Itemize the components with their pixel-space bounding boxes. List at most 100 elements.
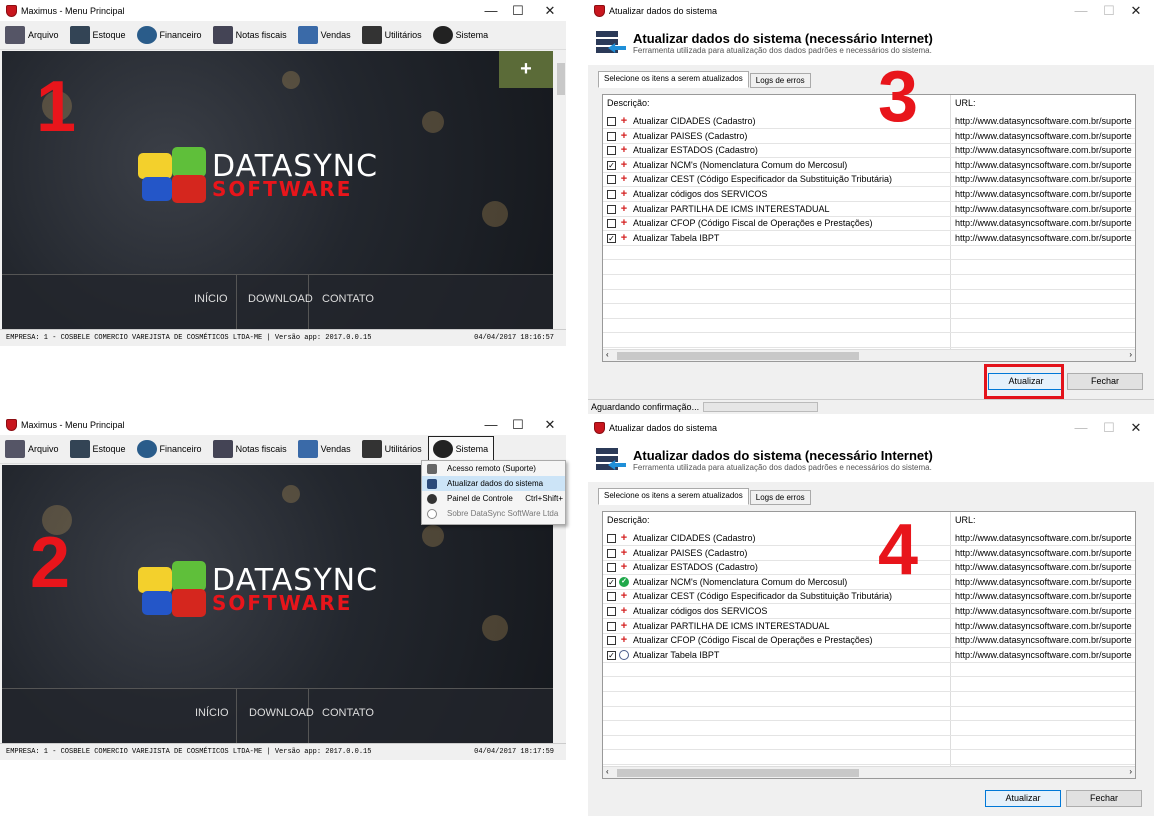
row-checkbox[interactable] [607,563,616,573]
menu-utilitarios[interactable]: Utilitários [357,436,428,463]
menu-estoque[interactable]: Estoque [65,22,132,49]
menu-sistema[interactable]: Sistema [427,435,495,463]
menu-estoque[interactable]: Estoque [65,436,132,463]
table-row[interactable]: + Atualizar CIDADES (Cadastro) http://www.… [603,531,1135,546]
table-row[interactable]: + Atualizar CFOP (Código Fiscal de Operaç… [603,633,1135,649]
row-checkbox[interactable] [607,592,616,602]
menu-label: Vendas [320,30,351,40]
logo-subtext: SOFTWARE [212,591,353,615]
update-button[interactable]: Atualizar [985,790,1061,807]
tab-items[interactable]: Selecione os itens a serem atualizados [598,71,749,88]
close-button[interactable]: ✕ [1121,0,1151,21]
menu-vendas[interactable]: Vendas [293,22,357,49]
plus-icon: + [620,129,628,142]
table-row[interactable]: + Atualizar PAISES (Cadastro) http://www.d… [603,129,1135,144]
scroll-thumb[interactable] [617,352,859,360]
vertical-scrollbar[interactable] [556,51,566,329]
menu-item-acesso-remoto[interactable]: Acesso remoto (Suporte) [422,461,565,476]
menu-notas-fiscais[interactable]: Notas fiscais [208,22,293,49]
minimize-button[interactable]: — [476,0,506,21]
table-row[interactable]: ✓ + Atualizar NCM's (Nomenclatura Comum do… [603,158,1135,173]
table-row[interactable]: + Atualizar ESTADOS (Cadastro) http://www.… [603,143,1135,159]
row-checkbox[interactable] [607,190,616,199]
menu-utilitarios[interactable]: Utilitários [357,22,428,49]
row-checkbox[interactable] [607,219,616,229]
row-checkbox[interactable] [607,621,616,631]
maximize-button[interactable]: ☐ [1094,417,1124,438]
plus-icon: + [620,115,628,127]
row-checkbox[interactable]: ✓ [607,160,616,170]
row-description: Atualizar PARTILHA DE ICMS INTERESTADUAL [633,620,830,631]
scroll-thumb[interactable] [617,769,859,777]
status-bar: EMPRESA: 1 - COSBELE COMERCIO VAREJISTA … [0,743,566,760]
table-row[interactable]: + Atualizar ESTADOS (Cadastro) http://www.… [603,560,1135,576]
nav-download[interactable]: DOWNLOAD [248,293,313,305]
maximize-button[interactable]: ☐ [503,414,533,435]
scroll-thumb[interactable] [557,63,565,95]
close-button[interactable]: ✕ [535,414,565,435]
table-row[interactable]: ✓ ✓ Atualizar NCM's (Nomenclatura Comum do… [603,575,1135,590]
row-checkbox[interactable] [607,117,616,126]
bokeh [282,485,300,503]
nav-contato[interactable]: CONTATO [322,293,374,305]
table-row[interactable]: + Atualizar PAISES (Cadastro) http://www.d… [603,546,1135,561]
row-checkbox[interactable] [607,146,616,156]
close-button[interactable]: ✕ [535,0,565,21]
nav-contato[interactable]: CONTATO [322,707,374,719]
table-row[interactable]: ✓ + Atualizar Tabela IBPT http://www.datasy… [603,231,1135,246]
menu-item-atualizar-dados[interactable]: Atualizar dados do sistema [422,476,565,491]
row-checkbox[interactable] [607,534,616,543]
nav-inicio[interactable]: INÍCIO [195,707,229,719]
row-checkbox[interactable] [607,204,616,214]
tab-logs[interactable]: Logs de erros [749,73,811,88]
menu-arquivo[interactable]: Arquivo [0,436,65,463]
logo-block [138,567,172,593]
nav-download[interactable]: DOWNLOAD [249,707,314,719]
table-row[interactable]: + Atualizar PARTILHA DE ICMS INTERESTADUA… [603,202,1135,217]
row-checkbox[interactable] [607,548,616,558]
money-icon [136,440,157,458]
menu-vendas[interactable]: Vendas [293,436,357,463]
row-checkbox[interactable] [607,636,616,646]
menu-item-sobre[interactable]: Sobre DataSync SoftWare Ltda [422,506,565,521]
menu-financeiro[interactable]: Financeiro [132,436,208,463]
row-checkbox[interactable] [607,607,616,616]
menu-financeiro[interactable]: Financeiro [132,22,208,49]
step-number: 2 [30,523,71,603]
minimize-button[interactable]: — [476,414,506,435]
minimize-button[interactable]: — [1066,417,1096,438]
menu-item-painel-controle[interactable]: Painel de Controle Ctrl+Shift+ [422,491,565,506]
status-company: EMPRESA: 1 - COSBELE COMERCIO VAREJISTA … [6,334,372,342]
tab-logs[interactable]: Logs de erros [749,490,811,505]
row-checkbox[interactable] [607,175,616,185]
close-dialog-button[interactable]: Fechar [1066,790,1142,807]
maximize-button[interactable]: ☐ [503,0,533,21]
table-row[interactable]: + Atualizar PARTILHA DE ICMS INTERESTADUA… [603,619,1135,634]
close-button[interactable]: ✕ [1121,417,1151,438]
nav-inicio[interactable]: INÍCIO [194,293,228,305]
table-row[interactable]: + Atualizar CIDADES (Cadastro) http://www.… [603,114,1135,129]
update-icon [427,478,437,489]
truck-icon [69,26,90,44]
menu-arquivo[interactable]: Arquivo [0,22,65,49]
row-checkbox[interactable]: ✓ [607,650,616,660]
table-row[interactable]: + Atualizar códigos dos SERVICOS http://ww… [603,187,1135,202]
horizontal-scrollbar[interactable]: ‹ › [603,766,1135,778]
minimize-button[interactable]: — [1066,0,1096,21]
table-row[interactable]: ✓ Atualizar Tabela IBPT http://www.datasyn… [603,648,1135,663]
plus-button[interactable]: + [499,51,553,88]
maximize-button[interactable]: ☐ [1094,0,1124,21]
empty-row [603,692,1135,707]
row-checkbox[interactable]: ✓ [607,233,616,243]
table-row[interactable]: + Atualizar CEST (Código Especificador da… [603,589,1135,605]
table-row[interactable]: + Atualizar CEST (Código Especificador da… [603,172,1135,188]
menu-notas-fiscais[interactable]: Notas fiscais [208,436,293,463]
row-checkbox[interactable]: ✓ [607,577,616,587]
tab-items[interactable]: Selecione os itens a serem atualizados [598,488,749,505]
table-row[interactable]: + Atualizar CFOP (Código Fiscal de Operaç… [603,216,1135,232]
close-dialog-button[interactable]: Fechar [1067,373,1143,390]
menu-sistema[interactable]: Sistema [428,22,495,49]
table-row[interactable]: + Atualizar códigos dos SERVICOS http://ww… [603,604,1135,619]
horizontal-scrollbar[interactable]: ‹ › [603,349,1135,361]
row-checkbox[interactable] [607,131,616,141]
